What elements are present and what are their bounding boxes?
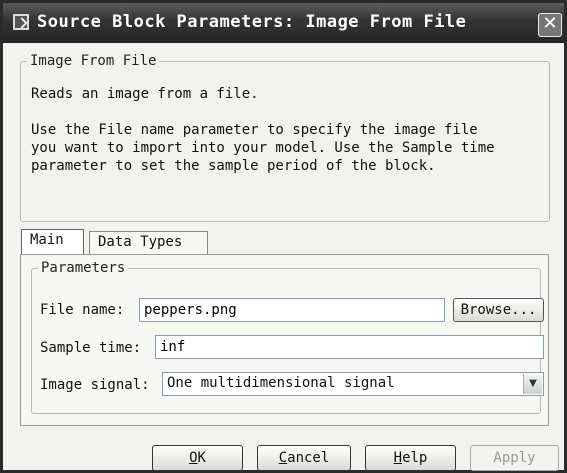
- description-group: Image From File Reads an image from a fi…: [20, 53, 550, 222]
- tab-panel-main: Parameters File name: Browse... Sample t…: [20, 254, 549, 426]
- sample-time-input[interactable]: [155, 335, 544, 359]
- apply-button: Apply: [470, 445, 559, 471]
- description-line: parameter to set the sample period of th…: [31, 158, 436, 174]
- parameters-group: Parameters File name: Browse... Sample t…: [31, 260, 544, 414]
- tab-data-types[interactable]: Data Types: [89, 231, 208, 255]
- cancel-button[interactable]: Cancel: [257, 445, 351, 471]
- block-parameters-icon: [13, 14, 29, 30]
- image-signal-label: Image signal:: [40, 377, 150, 393]
- description-line: Reads an image from a file.: [31, 86, 259, 102]
- help-button[interactable]: Help: [365, 445, 456, 471]
- close-button[interactable]: ✕: [538, 13, 562, 37]
- close-icon: ✕: [542, 13, 558, 34]
- sample-time-label: Sample time:: [40, 340, 142, 356]
- ok-button[interactable]: OK: [152, 445, 243, 471]
- tab-main[interactable]: Main: [21, 229, 84, 255]
- image-signal-value: One multidimensional signal: [167, 375, 395, 391]
- parameters-legend: Parameters: [41, 260, 126, 276]
- description-line: you want to import into your model. Use …: [31, 140, 495, 156]
- dialog-window: Source Block Parameters: Image From File…: [0, 0, 567, 473]
- image-signal-select[interactable]: One multidimensional signal ▼: [162, 372, 544, 396]
- file-name-label: File name:: [40, 302, 125, 318]
- title-bar[interactable]: Source Block Parameters: Image From File…: [3, 3, 564, 43]
- chevron-down-icon[interactable]: ▼: [523, 374, 542, 394]
- description-legend: Image From File: [30, 53, 157, 69]
- description-line: Use the File name parameter to specify t…: [31, 122, 478, 138]
- window-title: Source Block Parameters: Image From File: [37, 12, 467, 32]
- file-name-input[interactable]: [139, 298, 445, 322]
- browse-button[interactable]: Browse...: [453, 298, 544, 322]
